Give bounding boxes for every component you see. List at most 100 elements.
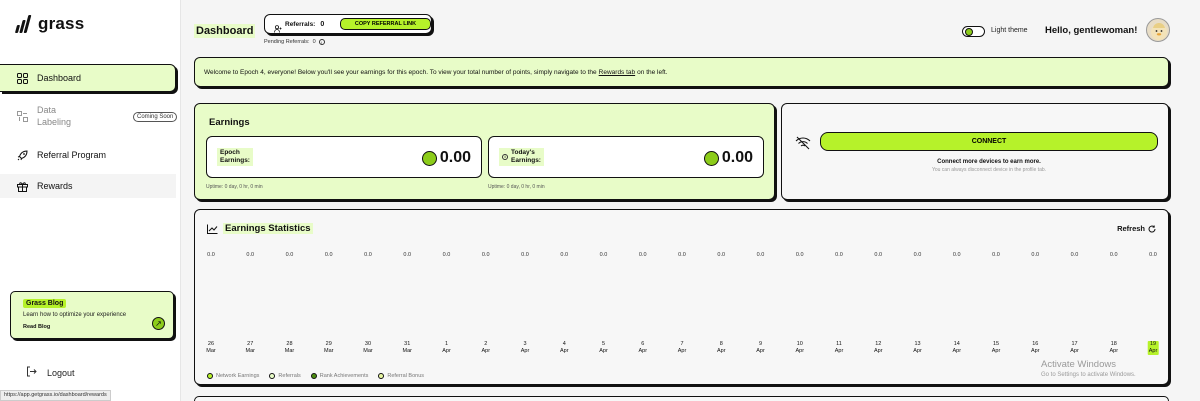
refresh-button[interactable]: Refresh <box>1117 224 1156 233</box>
next-card-edge <box>194 396 1169 401</box>
wifi-off-icon <box>795 135 811 151</box>
connect-title: Connect more devices to earn more. <box>937 159 1041 165</box>
chart-day-label: 19 Apr <box>1147 341 1159 355</box>
chart-day-label: 11 Apr <box>834 341 844 354</box>
refresh-icon <box>1148 225 1156 232</box>
user-greeting: Hello, gentlewoman! <box>1045 25 1138 36</box>
chart-day-label: 4 Apr <box>559 341 569 354</box>
trending-chart-icon <box>207 224 218 234</box>
sidebar: grass Dashboard Data Labeling Coming Soo… <box>0 0 181 401</box>
user-plus-icon <box>274 20 282 33</box>
chart-value-label: 0.0 <box>403 252 412 258</box>
earnings-statistics-card: Earnings Statistics Refresh 0.0 0.0 0.0 0.0… <box>194 209 1169 385</box>
chart-value-label: 0.0 <box>992 252 1000 258</box>
chart-value-label: 0.0 <box>1149 252 1157 258</box>
chart-day-label: 2 Apr <box>481 341 491 354</box>
arrow-up-right-icon[interactable]: ↗ <box>152 317 165 330</box>
epoch-earnings-value: 0.00 <box>421 149 471 167</box>
chart-day-label: 28 Mar <box>284 341 295 354</box>
welcome-banner: Welcome to Epoch 4, everyone! Below you'… <box>194 57 1169 87</box>
blog-description: Learn how to optimize your experience <box>23 312 127 318</box>
chart-day-label: 31 Mar <box>402 341 412 354</box>
chart-day-label: 5 Apr <box>599 341 608 354</box>
rocket-icon <box>16 149 28 161</box>
sidebar-item-referral-program[interactable]: Referral Program <box>0 145 176 165</box>
chart-day-label: 3 Apr <box>520 341 530 354</box>
chart-day-label: 18 Apr <box>1109 341 1119 354</box>
epoch-earnings-card: Epoch Earnings: 0.00 <box>206 136 482 178</box>
coming-soon-badge: Coming Soon <box>133 112 178 122</box>
chart-day-label: 1 Apr <box>442 341 451 354</box>
legend-label: Rank Achievements <box>319 373 369 379</box>
pending-referrals: Pending Referrals: 0 i <box>264 39 325 45</box>
legend-label: Network Earnings <box>216 373 260 379</box>
sidebar-item-rewards[interactable]: Rewards <box>0 174 176 198</box>
chart-day-label: 15 Apr <box>991 341 1001 354</box>
chart-value-label: 0.0 <box>717 252 726 258</box>
chart-day-label: 27 Mar <box>245 341 255 354</box>
rewards-tab-link[interactable]: Rewards tab <box>599 69 636 76</box>
chart-value-label: 0.0 <box>207 252 215 258</box>
avatar[interactable] <box>1146 18 1170 42</box>
referrals-label: Referrals: <box>285 20 316 28</box>
legend-dot-icon <box>269 373 276 379</box>
chart-day-label: 12 Apr <box>873 341 883 354</box>
info-icon[interactable]: i <box>318 39 325 45</box>
chart-value-label: 0.0 <box>1109 252 1118 258</box>
epoch-uptime: Uptime: 0 day, 0 hr, 0 min <box>206 184 263 190</box>
chart-value-label: 0.0 <box>913 252 922 258</box>
activate-windows-title: Activate Windows <box>1041 359 1116 370</box>
legend-item[interactable]: Network Earnings <box>207 373 259 379</box>
epoch-earnings-label: Epoch Earnings: <box>217 148 253 166</box>
legend-item[interactable]: Referral Bonus <box>378 373 424 379</box>
logout-icon <box>26 366 37 379</box>
chart-value-label: 0.0 <box>1070 252 1079 258</box>
legend-dot-icon <box>207 373 213 379</box>
today-earnings-label: i Today's Earnings: <box>499 148 544 166</box>
chart-value-label: 0.0 <box>324 252 333 258</box>
chart-day-label: 13 Apr <box>913 341 922 354</box>
chart-day-label: 10 Apr <box>795 341 805 354</box>
theme-toggle[interactable] <box>962 26 985 37</box>
chart-value-label: 0.0 <box>835 252 843 258</box>
today-uptime: Uptime: 0 day, 0 hr, 0 min <box>488 184 545 190</box>
activate-windows-subtitle: Go to Settings to activate Windows. <box>1041 372 1136 378</box>
grid-icon <box>16 72 28 84</box>
legend-item[interactable]: Rank Achievements <box>310 373 369 379</box>
connect-subtitle: You can always disconnect device in the … <box>931 167 1047 173</box>
legend-item[interactable]: Referrals <box>269 373 301 379</box>
toggle-knob <box>965 28 973 36</box>
chart-legend: Network Earnings Referrals Rank Achievemen… <box>207 373 424 379</box>
logo[interactable]: grass <box>14 14 84 34</box>
connect-button[interactable]: CONNECT <box>820 132 1158 151</box>
grass-blog-card[interactable]: Grass Blog Learn how to optimize your ex… <box>10 291 174 339</box>
chart-value-label: 0.0 <box>1031 252 1040 258</box>
earnings-title: Earnings <box>209 117 250 128</box>
read-blog-link[interactable]: Read Blog <box>23 324 50 330</box>
chart-value-label: 0.0 <box>599 252 608 258</box>
copy-referral-link-button[interactable]: COPY REFERRAL LINK <box>340 18 431 30</box>
blog-tag: Grass Blog <box>23 299 67 308</box>
info-icon[interactable]: i <box>502 154 508 160</box>
chart-value-label: 0.0 <box>521 252 529 258</box>
labeling-icon <box>16 110 28 122</box>
chart-day-label: 29 Mar <box>324 341 334 354</box>
chart-day-label: 6 Apr <box>638 341 648 354</box>
logout-button[interactable]: Logout <box>26 366 75 379</box>
status-url: https://app.getgrass.io/dashboard/reward… <box>0 390 111 401</box>
today-earnings-value: 0.00 <box>703 149 753 167</box>
referrals-count: 0 <box>320 20 325 28</box>
referrals-box: Referrals: 0 COPY REFERRAL LINK <box>264 14 432 34</box>
gift-icon <box>16 180 28 192</box>
chart-value-label: 0.0 <box>481 252 490 258</box>
chart-value-label: 0.0 <box>952 252 961 258</box>
grass-coin-icon <box>703 150 719 166</box>
chart-day-label: 14 Apr <box>952 341 962 354</box>
chart-day-label: 26 Mar <box>206 341 216 354</box>
chart-value-label: 0.0 <box>678 252 686 258</box>
legend-dot-icon <box>378 373 385 379</box>
sidebar-item-label: Data Labeling <box>37 105 72 127</box>
sidebar-item-dashboard[interactable]: Dashboard <box>0 64 176 92</box>
chart-value-label: 0.0 <box>795 252 804 258</box>
chart-value-label: 0.0 <box>638 252 647 258</box>
